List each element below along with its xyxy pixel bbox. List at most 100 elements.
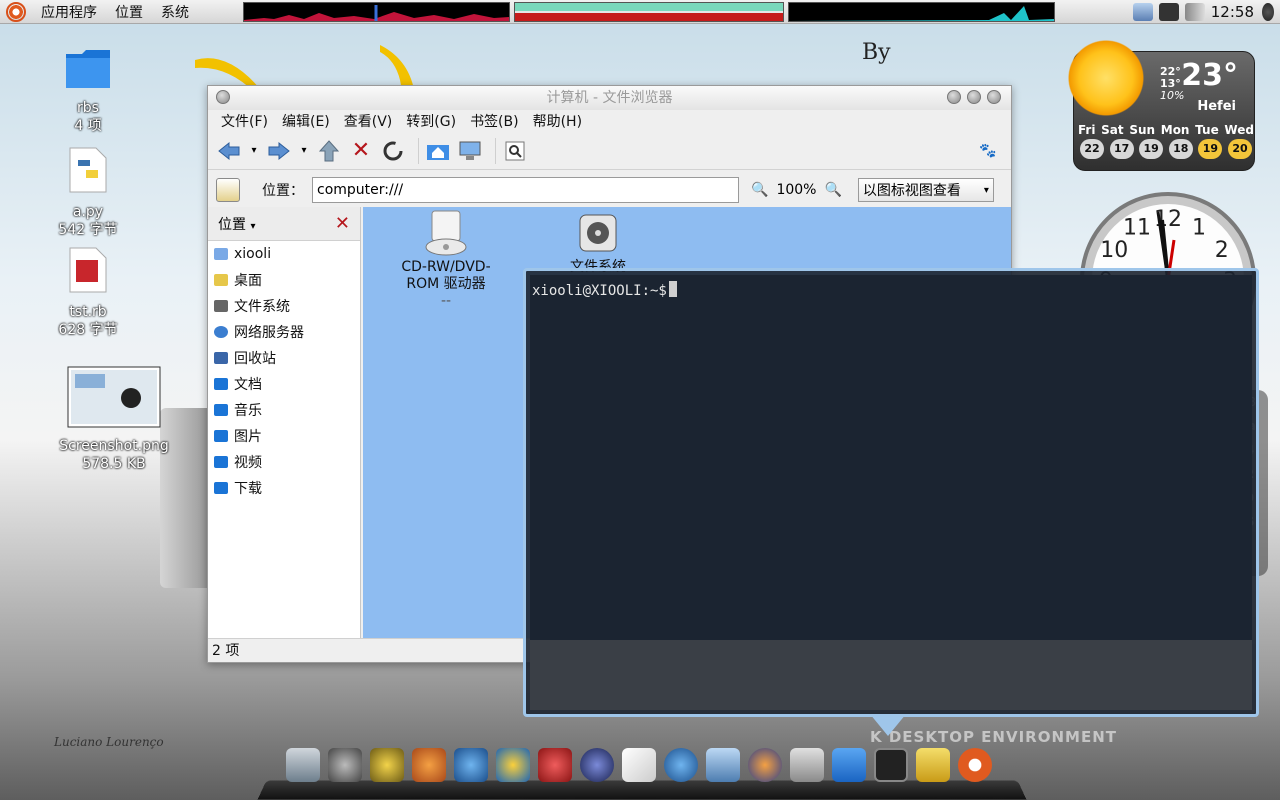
location-label: 位置： xyxy=(262,183,304,199)
stop-button[interactable]: ✕ xyxy=(348,138,374,164)
panel-menu-places[interactable]: 位置 xyxy=(106,2,152,22)
sidebar-item-label: 回收站 xyxy=(234,351,276,367)
edit-location-icon[interactable] xyxy=(216,178,240,202)
menu-view[interactable]: 查看(V) xyxy=(337,111,400,131)
memory-graph[interactable] xyxy=(514,2,784,22)
close-sidebar-icon[interactable]: ✕ xyxy=(335,213,350,234)
back-history-button[interactable]: ▾ xyxy=(248,138,260,164)
dock-editor-icon[interactable] xyxy=(622,748,656,782)
clock-numeral: 11 xyxy=(1123,215,1151,240)
dock-messenger-icon[interactable] xyxy=(454,748,488,782)
menu-help[interactable]: 帮助(H) xyxy=(526,111,589,131)
cloud-icon: 19 xyxy=(1139,139,1164,159)
computer-button[interactable] xyxy=(457,138,483,164)
location-input[interactable] xyxy=(312,177,739,203)
wallpaper-kde-text: K DESKTOP ENVIRONMENT xyxy=(870,728,1117,746)
sidebar-item-pictures[interactable]: 图片 xyxy=(208,423,360,449)
search-icon xyxy=(505,141,525,160)
dock-archive-icon[interactable] xyxy=(790,748,824,782)
menu-file[interactable]: 文件(F) xyxy=(214,111,275,131)
search-button[interactable] xyxy=(502,138,528,164)
dock-fox-icon[interactable] xyxy=(412,748,446,782)
desktop-icon-tst-rb[interactable]: tst.rb 628 字节 xyxy=(28,246,148,339)
folder-icon xyxy=(214,482,228,494)
dock-firefox-icon[interactable] xyxy=(748,748,782,782)
display-icon[interactable] xyxy=(1132,3,1153,21)
terminal-callout-pointer xyxy=(870,714,906,736)
sidebar-item-network[interactable]: 网络服务器 xyxy=(208,319,360,345)
window-titlebar[interactable]: 计算机 - 文件浏览器 xyxy=(208,86,1011,110)
dock-folder-icon[interactable] xyxy=(832,748,866,782)
top-panel: 应用程序 位置 系统 12:58 xyxy=(0,0,1280,24)
forward-history-button[interactable]: ▾ xyxy=(298,138,310,164)
sidebar-item-music[interactable]: 音乐 xyxy=(208,397,360,423)
desktop-icon-label: Screenshot.png xyxy=(59,438,169,454)
forward-button[interactable] xyxy=(266,138,292,164)
forecast-day: Sun xyxy=(1129,123,1156,137)
menu-go[interactable]: 转到(G) xyxy=(399,111,463,131)
cpu-graph[interactable] xyxy=(243,2,510,22)
dock-network-icon[interactable] xyxy=(664,748,698,782)
sidebar-item-label: 文件系统 xyxy=(234,299,290,315)
dock-qq-icon[interactable] xyxy=(496,748,530,782)
weather-widget[interactable]: 22° 13° 10% 23° Hefei Fri Sat Sun Mon Tu… xyxy=(1064,36,1255,171)
desktop-icon-rbs[interactable]: rbs 4 项 xyxy=(28,46,148,135)
window-title: 计算机 - 文件浏览器 xyxy=(546,90,673,106)
sidebar-item-label: 文档 xyxy=(234,377,262,393)
dock-computer-icon[interactable] xyxy=(286,748,320,782)
sidebar-item-desktop[interactable]: 桌面 xyxy=(208,267,360,293)
dock-audio-icon[interactable] xyxy=(370,748,404,782)
dock-drive-icon[interactable] xyxy=(916,748,950,782)
volume-icon[interactable] xyxy=(1184,3,1205,21)
network-graph[interactable] xyxy=(788,2,1055,22)
home-button[interactable] xyxy=(425,138,451,164)
maximize-icon[interactable] xyxy=(967,90,981,104)
back-button[interactable] xyxy=(216,138,242,164)
dock-pdf-icon[interactable] xyxy=(538,748,572,782)
sidebar-item-downloads[interactable]: 下载 xyxy=(208,475,360,501)
menu-bookmarks[interactable]: 书签(B) xyxy=(463,111,526,131)
terminal-screen[interactable]: xiooli@XIOOLI:~$ xyxy=(530,275,1252,710)
sidebar-item-documents[interactable]: 文档 xyxy=(208,371,360,397)
minimize-icon[interactable] xyxy=(947,90,961,104)
dock-stellarium-icon[interactable] xyxy=(580,748,614,782)
desktop-icon-screenshot[interactable]: Screenshot.png 578.5 KB xyxy=(54,366,174,473)
zoom-out-icon[interactable]: 🔍 xyxy=(751,182,768,198)
status-text: 2 项 xyxy=(212,643,240,659)
terminal-prompt: xiooli@XIOOLI:~$ xyxy=(532,283,667,299)
power-icon[interactable] xyxy=(1262,3,1274,21)
zoom-level[interactable]: 100% xyxy=(776,182,816,198)
harddisk-icon xyxy=(214,300,228,312)
reload-button[interactable] xyxy=(380,138,406,164)
ubuntu-logo-icon[interactable] xyxy=(6,1,26,22)
chevron-down-icon: ▾ xyxy=(250,220,256,232)
sidebar-item-filesystem[interactable]: 文件系统 xyxy=(208,293,360,319)
panel-clock[interactable]: 12:58 xyxy=(1211,3,1254,21)
image-thumbnail-icon xyxy=(67,366,161,428)
dock-settings-icon[interactable] xyxy=(328,748,362,782)
file-item-filesystem[interactable]: 文件系统 xyxy=(543,209,653,276)
view-mode-select[interactable]: 以图标视图查看 ▾ xyxy=(857,178,994,202)
zoom-in-icon[interactable]: 🔍 xyxy=(824,182,841,198)
close-icon[interactable] xyxy=(987,90,1001,104)
sidebar-mode-select[interactable]: 位置 ▾ xyxy=(218,214,255,234)
menu-edit[interactable]: 编辑(E) xyxy=(275,111,337,131)
dock-terminal-icon[interactable] xyxy=(874,748,908,782)
sidebar-item-trash[interactable]: 回收站 xyxy=(208,345,360,371)
network-icon[interactable] xyxy=(1158,3,1179,21)
cloud-icon: 22 xyxy=(1080,139,1104,159)
sidebar-item-home[interactable]: xiooli xyxy=(208,241,360,267)
terminal-window[interactable]: xiooli@XIOOLI:~$ xyxy=(523,268,1259,717)
up-button[interactable] xyxy=(316,138,342,164)
dock-ubuntu-icon[interactable] xyxy=(958,748,992,782)
file-item-cdrom[interactable]: CD-RW/DVD-ROM 驱动器 -- xyxy=(391,209,501,310)
desktop-icon-a-py[interactable]: a.py 542 字节 xyxy=(28,146,148,239)
panel-menu-applications[interactable]: 应用程序 xyxy=(32,2,106,22)
dock-display-icon[interactable] xyxy=(706,748,740,782)
sidebar-item-videos[interactable]: 视频 xyxy=(208,449,360,475)
panel-menu-system[interactable]: 系统 xyxy=(152,2,198,22)
window-menu-icon[interactable] xyxy=(216,90,230,104)
cloud-icon: 17 xyxy=(1109,139,1134,159)
stop-icon: ✕ xyxy=(351,138,371,163)
forecast-day: Wed xyxy=(1224,123,1254,137)
